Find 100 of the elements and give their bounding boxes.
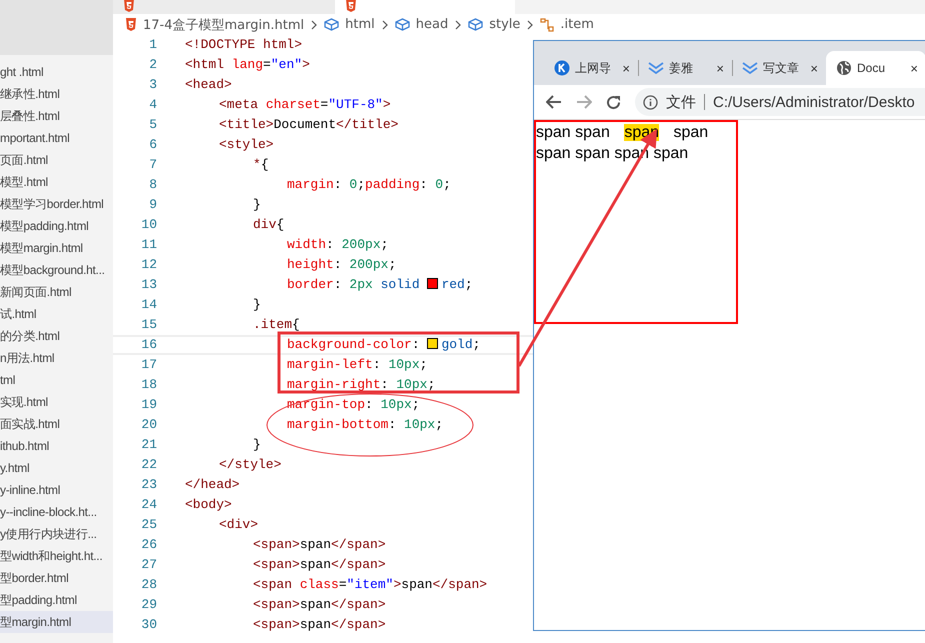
- code-line: margin-top: 10px;: [286, 396, 420, 414]
- line-number: 26: [140, 536, 157, 554]
- browser-tab[interactable]: 上网导 ×: [544, 51, 638, 85]
- file-item[interactable]: y使用行内块进行...: [0, 523, 113, 545]
- browser-tab[interactable]: 写文章 ×: [732, 51, 826, 85]
- breadcrumb-item[interactable]: style: [489, 17, 520, 32]
- cube-icon: [394, 18, 410, 31]
- code-line: <span>span</span>: [252, 596, 386, 614]
- line-number: 7: [148, 156, 157, 174]
- breadcrumb-item[interactable]: 17-4盒子模型margin.html: [143, 16, 304, 34]
- close-tab-button[interactable]: ×: [716, 60, 724, 76]
- file-item[interactable]: 型border.html: [0, 567, 113, 589]
- page-text: span: [536, 124, 571, 141]
- code-line: </head>: [184, 476, 240, 494]
- file-item[interactable]: 新闻页面.html: [0, 281, 113, 303]
- code-line: <head>: [184, 76, 232, 94]
- file-item[interactable]: 继承性.html: [0, 83, 113, 105]
- breadcrumb-item[interactable]: head: [416, 17, 448, 32]
- file-item[interactable]: 页面.html: [0, 149, 113, 171]
- editor-tab[interactable]: [113, 0, 335, 14]
- line-number: 16: [140, 337, 157, 353]
- info-icon[interactable]: [643, 94, 658, 110]
- editor-tab[interactable]: [335, 0, 515, 14]
- color-swatch-icon[interactable]: [427, 278, 438, 289]
- html-file-icon: [125, 18, 137, 31]
- reload-icon[interactable]: [606, 94, 621, 110]
- code-line: div{: [252, 216, 284, 234]
- file-item[interactable]: 型margin.html: [0, 611, 113, 633]
- chevron-icon: [380, 20, 389, 30]
- back-arrow-icon[interactable]: [546, 95, 562, 109]
- code-line: }: [252, 296, 261, 314]
- code-line: margin-bottom: 10px;: [286, 416, 444, 434]
- close-tab-button[interactable]: ×: [810, 60, 818, 76]
- code-line: <div>: [218, 516, 258, 534]
- line-number: 3: [148, 76, 157, 94]
- line-number: 15: [140, 316, 157, 334]
- file-item[interactable]: tml: [0, 369, 113, 391]
- line-number: 24: [140, 496, 157, 514]
- line-number: 18: [140, 376, 157, 394]
- file-item[interactable]: mportant.html: [0, 127, 113, 149]
- file-item[interactable]: 型padding.html: [0, 589, 113, 611]
- code-line: *{: [252, 156, 269, 174]
- file-item[interactable]: 面实战.html: [0, 413, 113, 435]
- browser-tab[interactable]: 姜雅 ×: [638, 51, 732, 85]
- cube-icon: [468, 18, 484, 31]
- close-tab-button[interactable]: ×: [622, 60, 630, 76]
- code-line: <title>Document</title>: [218, 116, 398, 134]
- file-item[interactable]: n用法.html: [0, 347, 113, 369]
- page-text: span: [673, 124, 708, 141]
- address-field[interactable]: C:/Users/Administrator/Deskto: [713, 94, 915, 110]
- line-number: 29: [140, 596, 157, 614]
- color-swatch-icon[interactable]: [427, 338, 438, 349]
- breadcrumb-item[interactable]: .item: [560, 17, 594, 32]
- code-line: margin: 0;padding: 0;: [286, 176, 451, 194]
- line-number: 11: [140, 236, 157, 254]
- line-number: 8: [148, 176, 157, 194]
- file-item[interactable]: ght .html: [0, 61, 113, 83]
- code-line: <span>span</span>: [252, 616, 386, 634]
- double-chevron-icon: [648, 61, 664, 75]
- cube-icon: [324, 18, 340, 31]
- file-item[interactable]: y--incline-block.ht...: [0, 501, 113, 523]
- line-number: 6: [148, 136, 157, 154]
- file-item[interactable]: 模型background.ht...: [0, 259, 113, 281]
- file-item[interactable]: 层叠性.html: [0, 105, 113, 127]
- file-item[interactable]: 模型学习border.html: [0, 193, 113, 215]
- browser-tab[interactable]: Docu ×: [826, 51, 925, 85]
- line-number: 4: [148, 96, 157, 114]
- code-line: }: [252, 436, 261, 454]
- file-item[interactable]: 模型padding.html: [0, 215, 113, 237]
- html-file-icon: [345, 0, 357, 12]
- file-item[interactable]: 的分类.html: [0, 325, 113, 347]
- double-chevron-icon: [742, 61, 758, 75]
- file-item[interactable]: 型width和height.ht...: [0, 545, 113, 567]
- k-logo-icon: [554, 60, 570, 76]
- page-text: span: [536, 145, 571, 162]
- code-line: <!DOCTYPE html>: [184, 36, 302, 54]
- line-number: 12: [140, 256, 157, 274]
- file-item[interactable]: 实现.html: [0, 391, 113, 413]
- file-item[interactable]: 试.html: [0, 303, 113, 325]
- file-item[interactable]: y-inline.html: [0, 479, 113, 501]
- code-line: }: [252, 196, 261, 214]
- code-line: width: 200px;: [286, 236, 388, 254]
- file-item[interactable]: ithub.html: [0, 435, 113, 457]
- line-number: 17: [140, 356, 157, 374]
- file-item[interactable]: y.html: [0, 457, 113, 479]
- file-item[interactable]: 模型.html: [0, 171, 113, 193]
- file-item[interactable]: 模型margin.html: [0, 237, 113, 259]
- line-number: 27: [140, 556, 157, 574]
- page-text: span: [575, 145, 610, 162]
- page-text: span: [653, 145, 688, 162]
- scheme-label: 文件: [666, 92, 696, 112]
- chevron-icon: [310, 20, 318, 30]
- line-number: 25: [140, 516, 157, 534]
- close-tab-button[interactable]: ×: [910, 60, 918, 76]
- globe-icon: [836, 60, 852, 76]
- html-file-icon: [123, 0, 135, 12]
- line-number: 21: [140, 436, 157, 454]
- code-line: .item{: [252, 316, 300, 334]
- breadcrumb-item[interactable]: html: [345, 17, 375, 32]
- code-line: <span class="item">span</span>: [252, 576, 488, 594]
